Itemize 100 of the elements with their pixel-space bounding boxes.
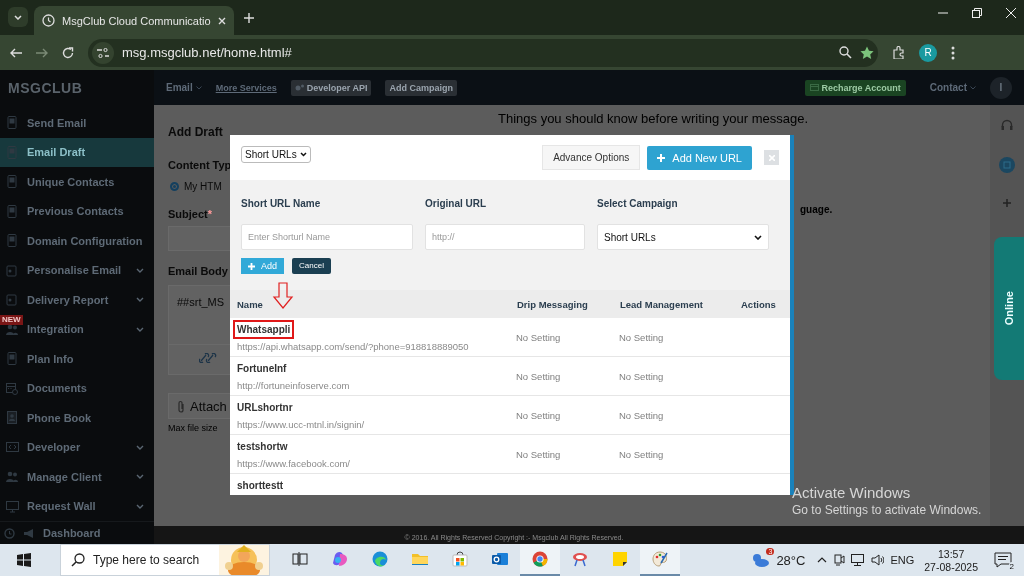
restore-icon[interactable] bbox=[972, 8, 982, 18]
sidebar-item[interactable]: Send Email bbox=[0, 108, 154, 138]
logo-text: MSGCLUB bbox=[7, 79, 84, 98]
clock-date[interactable]: 27-08-2025 bbox=[924, 560, 978, 573]
back-icon[interactable] bbox=[10, 47, 22, 58]
sidebar-item[interactable]: Delivery Report bbox=[0, 285, 154, 315]
profile-avatar[interactable]: R bbox=[919, 43, 937, 62]
add-new-url-button[interactable]: Add New URL bbox=[647, 145, 752, 170]
extensions-icon[interactable] bbox=[892, 46, 905, 59]
table-cell-text: http://fortuneinfoserve.com bbox=[236, 380, 350, 391]
table-cell-text: No Setting bbox=[515, 370, 562, 382]
close-icon[interactable] bbox=[1006, 8, 1016, 18]
sidebar-item[interactable]: Phone Book bbox=[0, 403, 154, 433]
note-icon bbox=[612, 551, 628, 567]
table-cell-text: No Setting bbox=[618, 370, 665, 382]
palette-icon bbox=[652, 551, 668, 567]
online-chat-tab[interactable]: Online bbox=[994, 237, 1024, 380]
sidebar-item[interactable]: Email Draft bbox=[0, 137, 154, 167]
sidebar-item[interactable]: Domain Configuration bbox=[0, 226, 154, 256]
annotation-arrow bbox=[272, 282, 294, 310]
browser-tab[interactable]: MsgClub Cloud Communicatio bbox=[34, 6, 234, 35]
monitor-icon bbox=[6, 499, 19, 513]
menu-icon[interactable] bbox=[951, 45, 955, 60]
notice-heading: Things you should know before writing your message. bbox=[498, 111, 809, 126]
recharge-button[interactable]: Recharge Account bbox=[804, 79, 906, 96]
plus-icon bbox=[248, 262, 255, 270]
sidebar-item[interactable]: Personalise Email bbox=[0, 255, 154, 285]
address-bar[interactable]: msg.msgclub.net/home.html# bbox=[88, 38, 878, 67]
advance-options-button[interactable]: Advance Options bbox=[542, 145, 641, 170]
tab-list-button[interactable] bbox=[8, 7, 28, 27]
start-icon[interactable] bbox=[17, 553, 31, 567]
task-view-icon bbox=[292, 551, 308, 567]
new-tab-icon[interactable] bbox=[244, 13, 254, 23]
column-header: Drip Messaging bbox=[516, 299, 589, 310]
search-field[interactable]: Type here to search bbox=[60, 544, 270, 576]
sidebar-item[interactable]: Request Wall bbox=[0, 491, 154, 521]
field-label: Select Campaign bbox=[597, 198, 679, 209]
input-field[interactable]: Enter Shorturl Name bbox=[241, 224, 413, 250]
volume-icon[interactable] bbox=[871, 554, 885, 566]
tab-title: MsgClub Cloud Communicatio bbox=[62, 14, 211, 27]
cancel-button[interactable]: Cancel bbox=[292, 258, 331, 274]
add-button[interactable]: Add bbox=[241, 258, 284, 274]
round-browser-icon bbox=[532, 551, 548, 567]
star-icon[interactable] bbox=[860, 45, 874, 60]
sidebar-item[interactable]: Unique Contacts bbox=[0, 167, 154, 197]
table-cell-text: No Setting bbox=[515, 409, 562, 421]
field-label: Email Body bbox=[168, 265, 228, 277]
reload-icon[interactable] bbox=[62, 46, 74, 59]
type-select[interactable]: Short URLs bbox=[241, 146, 311, 163]
field-label: Subject* bbox=[168, 208, 212, 220]
more-services-link[interactable]: More Services bbox=[215, 82, 277, 93]
contact-menu[interactable]: Contact bbox=[929, 82, 976, 93]
page-title: Add Draft bbox=[168, 125, 223, 139]
url-text: msg.msgclub.net/home.html# bbox=[122, 45, 293, 60]
zoom-icon[interactable] bbox=[839, 46, 852, 59]
column-header: Actions bbox=[740, 299, 777, 310]
email-menu[interactable]: Email bbox=[166, 82, 202, 93]
field-label: Short URL Name bbox=[241, 198, 322, 209]
dashboard-link[interactable]: Dashboard bbox=[43, 527, 101, 539]
sidebar-item[interactable]: Integration NEW bbox=[0, 314, 154, 344]
taskbar-app[interactable] bbox=[520, 544, 560, 576]
notifications-icon[interactable] bbox=[994, 552, 1012, 568]
field-label: Original URL bbox=[425, 198, 488, 209]
device-icon bbox=[6, 175, 19, 189]
notification-count: 2 bbox=[1008, 562, 1015, 571]
chevron-up-icon[interactable] bbox=[817, 557, 828, 563]
code-icon bbox=[6, 440, 19, 454]
paperclip-icon bbox=[177, 399, 186, 413]
sidebar-item[interactable]: Manage Client bbox=[0, 462, 154, 492]
radio-label: My HTM bbox=[184, 181, 222, 192]
sidebar-item[interactable]: Documents bbox=[0, 373, 154, 403]
activation-text: Go to Settings to activate Windows. bbox=[792, 503, 982, 517]
tablet-icon bbox=[6, 293, 19, 307]
clock-time[interactable]: 13:57 bbox=[938, 547, 965, 560]
shopping-bag-icon bbox=[452, 551, 468, 567]
device-icon bbox=[6, 145, 19, 159]
plus-icon bbox=[657, 153, 666, 162]
folder-icon bbox=[412, 551, 428, 567]
close-icon[interactable] bbox=[218, 16, 226, 25]
sidebar-item[interactable]: Previous Contacts bbox=[0, 196, 154, 226]
forward-icon[interactable] bbox=[36, 47, 48, 58]
sidebar-item[interactable]: Plan Info bbox=[0, 344, 154, 374]
table-cell-text: https://www.facebook.com/ bbox=[236, 458, 350, 469]
chevron-down-icon bbox=[754, 234, 762, 240]
campaign-select[interactable]: Short URLs bbox=[597, 224, 769, 250]
site-settings-icon[interactable] bbox=[97, 47, 109, 58]
table-cell-text: https://www.ucc-mtnl.in/signin/ bbox=[236, 419, 365, 430]
input-field[interactable]: http:// bbox=[425, 224, 585, 250]
user-avatar[interactable]: I bbox=[990, 76, 1012, 99]
new-badge: NEW bbox=[0, 314, 23, 325]
language-indicator[interactable]: ENG bbox=[890, 554, 915, 566]
weather-icon[interactable] bbox=[750, 552, 771, 568]
radio-button[interactable] bbox=[170, 182, 179, 191]
contact-book-icon bbox=[6, 411, 19, 425]
column-header: Name bbox=[236, 299, 264, 310]
activation-title: Activate Windows bbox=[792, 484, 912, 501]
add-campaign-button[interactable]: Add Campaign bbox=[385, 79, 457, 96]
developer-api-button[interactable]: Developer API bbox=[290, 79, 372, 96]
taskbar-app[interactable] bbox=[640, 544, 680, 576]
sidebar-item[interactable]: Developer bbox=[0, 432, 154, 462]
